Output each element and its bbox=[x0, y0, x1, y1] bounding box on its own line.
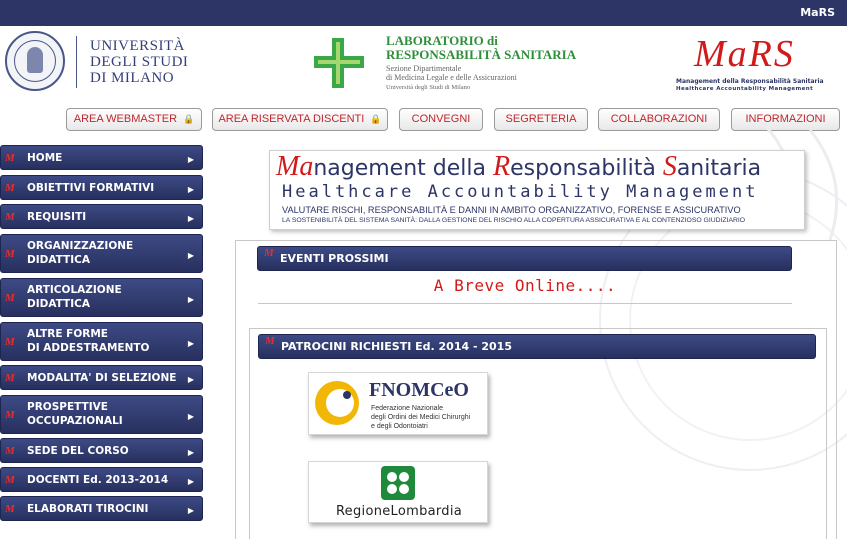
lab-cross-logo[interactable] bbox=[312, 36, 366, 90]
chevron-right-icon: ▶ bbox=[187, 295, 194, 304]
mars-mark-icon: M bbox=[264, 247, 274, 259]
university-seal-logo[interactable] bbox=[5, 31, 65, 91]
course-banner: Management della Responsabilità Sanitari… bbox=[269, 150, 805, 230]
mars-mark-icon: M bbox=[5, 503, 15, 515]
chevron-right-icon: ▶ bbox=[187, 477, 194, 486]
patrocini-heading: M PATROCINI RICHIESTI Ed. 2014 - 2015 bbox=[258, 334, 816, 359]
banner-tagline: VALUTARE RISCHI, RESPONSABILITÀ E DANNI … bbox=[282, 205, 741, 215]
university-name[interactable]: UNIVERSITÀ DEGLI STUDI DI MILANO bbox=[90, 38, 188, 86]
mars-mark-icon: M bbox=[5, 152, 15, 164]
mars-mark-icon: M bbox=[265, 335, 275, 347]
fnomceo-logo-icon bbox=[315, 381, 359, 425]
mars-mark-icon: M bbox=[5, 182, 15, 194]
sidebar-item-articolazione-didattica[interactable]: M ARTICOLAZIONE DIDATTICA ▶ bbox=[0, 278, 203, 317]
sidebar-item-elaborati-tirocini[interactable]: M ELABORATI TIROCINI ▶ bbox=[0, 496, 203, 521]
lab-subtitle: Sezione Dipartimentale di Medicina Legal… bbox=[386, 64, 517, 82]
mars-mark-icon: M bbox=[5, 336, 15, 348]
banner-title: Management della Responsabilità Sanitari… bbox=[276, 151, 762, 182]
sidebar-item-prospettive-occupazionali[interactable]: M PROSPETTIVE OCCUPAZIONALI ▶ bbox=[0, 395, 203, 434]
chevron-right-icon: ▶ bbox=[187, 448, 194, 457]
lab-title: LABORATORIO di RESPONSABILITÀ SANITARIA bbox=[386, 33, 577, 62]
sidebar-item-obiettivi-formativi[interactable]: M OBIETTIVI FORMATIVI ▶ bbox=[0, 175, 203, 200]
chevron-right-icon: ▶ bbox=[187, 506, 194, 515]
fnomceo-description: Federazione Nazionale degli Ordini dei M… bbox=[371, 405, 471, 430]
chevron-right-icon: ▶ bbox=[187, 412, 194, 421]
lock-icon: 🔒 bbox=[370, 114, 382, 124]
chevron-right-icon: ▶ bbox=[187, 155, 194, 164]
chevron-right-icon: ▶ bbox=[187, 185, 194, 194]
sponsor-regione-lombardia[interactable]: RegioneLombardia bbox=[308, 461, 488, 523]
divider bbox=[76, 36, 77, 88]
mars-mark-icon: M bbox=[5, 211, 15, 223]
chevron-right-icon: ▶ bbox=[187, 214, 194, 223]
banner-tagline-secondary: LA SOSTENIBILITÀ DEL SISTEMA SANITÀ: DAL… bbox=[282, 217, 746, 224]
eventi-prossimi-heading: M EVENTI PROSSIMI bbox=[257, 246, 792, 271]
sidebar-item-sede-del-corso[interactable]: M SEDE DEL CORSO ▶ bbox=[0, 438, 203, 463]
sidebar-item-home[interactable]: M HOME ▶ bbox=[0, 145, 203, 170]
mars-mark-icon: M bbox=[5, 292, 15, 304]
regione-lombardia-logo-icon bbox=[381, 466, 415, 500]
top-bar: MaRS bbox=[0, 0, 847, 26]
banner-subtitle: Healthcare Accountability Management bbox=[282, 182, 759, 202]
mars-mark-icon: M bbox=[5, 409, 15, 421]
site-header: UNIVERSITÀ DEGLI STUDI DI MILANO LABORAT… bbox=[0, 26, 847, 104]
chevron-right-icon: ▶ bbox=[187, 339, 194, 348]
mars-mark-icon: M bbox=[5, 474, 15, 486]
mars-mark-icon: M bbox=[5, 248, 15, 260]
sponsor-fnomceo[interactable]: FNOMCeO Federazione Nazionale degli Ordi… bbox=[308, 372, 488, 435]
mars-mark-icon: M bbox=[5, 372, 15, 384]
nav-area-riservata-discenti[interactable]: AREA RISERVATA DISCENTI 🔒 bbox=[212, 108, 388, 131]
mars-mark-icon: M bbox=[5, 445, 15, 457]
sidebar-item-modalita-selezione[interactable]: M MODALITA' DI SELEZIONE ▶ bbox=[0, 365, 203, 390]
nav-area-webmaster[interactable]: AREA WEBMASTER 🔒 bbox=[66, 108, 202, 131]
nav-convegni[interactable]: CONVEGNI bbox=[399, 108, 483, 131]
mars-logo[interactable]: MaRS Management della Responsabilità San… bbox=[676, 34, 836, 98]
brand-label: MaRS bbox=[800, 6, 835, 19]
sidebar-item-requisiti[interactable]: M REQUISITI ▶ bbox=[0, 204, 203, 229]
sidebar-item-organizzazione-didattica[interactable]: M ORGANIZZAZIONE DIDATTICA ▶ bbox=[0, 234, 203, 273]
lab-university: Università degli Studi di Milano bbox=[386, 84, 471, 91]
chevron-right-icon: ▶ bbox=[187, 251, 194, 260]
lock-icon: 🔒 bbox=[183, 114, 195, 124]
chevron-right-icon: ▶ bbox=[187, 375, 194, 384]
sidebar-item-altre-forme-addestramento[interactable]: M ALTRE FORME DI ADDESTRAMENTO ▶ bbox=[0, 322, 203, 361]
eventi-message: A Breve Online.... bbox=[433, 276, 617, 295]
sidebar-item-docenti[interactable]: M DOCENTI Ed. 2013-2014 ▶ bbox=[0, 467, 203, 492]
divider bbox=[258, 303, 792, 304]
